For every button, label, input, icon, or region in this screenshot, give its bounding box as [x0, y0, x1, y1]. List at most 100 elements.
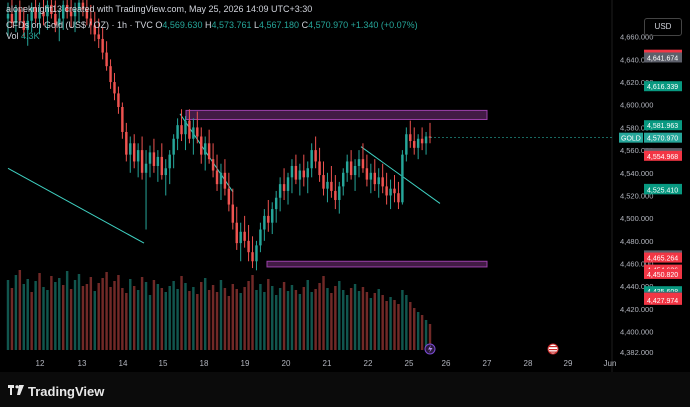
x-tick-label: 21 [323, 359, 332, 368]
volume-bar [97, 283, 100, 350]
volume-bar [176, 289, 179, 350]
x-tick-label: 28 [524, 359, 533, 368]
candle-body [290, 165, 294, 178]
volume-bar [235, 289, 238, 350]
y-tick-label: 4,600.000 [620, 101, 653, 110]
candle-body [200, 136, 203, 155]
candle-body [381, 177, 384, 187]
candle-body [156, 156, 160, 166]
price-tag-label: 4,525.410 [647, 187, 678, 194]
x-tick-label: 27 [483, 359, 492, 368]
candle-body [132, 143, 136, 162]
ohlc-value: 4,570.970 [308, 20, 349, 30]
volume-bar [267, 279, 270, 350]
x-tick-label: 13 [78, 359, 87, 368]
volume-bar [160, 288, 164, 350]
candle-body [176, 125, 179, 139]
candle-body [318, 161, 321, 176]
volume-bar [286, 291, 290, 350]
x-tick-label: 18 [200, 359, 209, 368]
volume-bar [345, 295, 349, 350]
candle-body [231, 204, 235, 223]
flag-stripe [549, 349, 557, 351]
chart-canvas[interactable]: 4,660.0004,640.0004,620.0004,600.0004,58… [0, 0, 690, 372]
candle-body [274, 197, 278, 210]
volume-bar [129, 279, 132, 350]
volume-bar [73, 280, 77, 350]
candle-body [314, 150, 317, 162]
volume-value: 4.3K [21, 31, 40, 41]
volume-bar [271, 286, 274, 350]
zone-resistance [185, 109, 488, 120]
chart-screenshot: 4,660.000 4,640.000 4,620.000 4,600.000 4,58… [0, 0, 690, 407]
volume-bar [26, 279, 29, 350]
volume-bar [251, 275, 254, 350]
candle-body [420, 138, 424, 144]
volume-bar [413, 308, 416, 350]
volume-bar [290, 285, 294, 350]
volume-bar [152, 280, 156, 350]
volume-bar [38, 273, 41, 350]
x-tick-label: 12 [36, 359, 45, 368]
candle-body [140, 150, 144, 173]
candle-body [278, 184, 282, 198]
candle-body [416, 138, 420, 148]
footer-brand: TradingView [28, 384, 105, 399]
volume-bar [14, 275, 18, 350]
volume-bar [322, 276, 325, 350]
y-tick-label: 4,420.000 [620, 305, 653, 314]
volume-bar [369, 298, 373, 350]
volume-bar [58, 278, 61, 350]
candle-body [361, 159, 365, 169]
volume-bar [306, 280, 309, 350]
volume-bar [132, 286, 136, 350]
volume-bar [101, 278, 104, 350]
volume-bar [338, 281, 341, 350]
price-tag-label: 4,641.674 [647, 55, 678, 62]
candle-body [377, 177, 380, 185]
volume-bar [22, 284, 25, 350]
volume-bar [231, 284, 235, 350]
price-tag-label: 4,581.963 [647, 123, 678, 130]
volume-bar [85, 284, 89, 350]
candle-body [188, 120, 191, 139]
volume-bar [310, 292, 313, 350]
volume-bar [255, 290, 258, 350]
ohlc-value: 4,573.761 [211, 20, 252, 30]
volume-bar [302, 287, 306, 350]
ohlc-key: L [251, 20, 260, 30]
volume-bar [50, 276, 53, 350]
candle-body [373, 172, 377, 185]
volume-bar [109, 287, 112, 350]
candle-body [349, 161, 353, 176]
candle-body [286, 177, 290, 191]
currency-button[interactable]: USD [644, 18, 682, 36]
volume-bar [93, 291, 96, 350]
candle-body [294, 165, 298, 180]
volume-bar [34, 281, 37, 350]
candle-body [6, 14, 10, 19]
volume-bar [405, 295, 408, 350]
volume-bar [69, 289, 73, 350]
volume-bar [373, 293, 377, 350]
candle-body [243, 231, 246, 241]
x-tick-label: 14 [119, 359, 128, 368]
volume-bar [105, 272, 108, 350]
candle-body [357, 159, 361, 166]
volume-bar [381, 295, 384, 350]
ohlc-values: O4,569.630 H4,573.761 L4,567.180 C4,570.… [155, 20, 348, 30]
candle-body [310, 150, 313, 169]
volume-bar [200, 282, 203, 350]
candle-body [144, 163, 148, 173]
candle-body [168, 154, 171, 169]
volume-bar [61, 285, 65, 350]
candle-body [129, 143, 132, 155]
volume-bar [349, 288, 353, 350]
candle-body [239, 231, 242, 244]
tradingview-logo-icon [8, 385, 24, 395]
volume-bar [219, 280, 223, 350]
candle-body [306, 168, 309, 178]
x-tick-label: 22 [364, 359, 373, 368]
y-tick-label: 4,500.000 [620, 214, 653, 223]
volume-bar [30, 292, 33, 350]
